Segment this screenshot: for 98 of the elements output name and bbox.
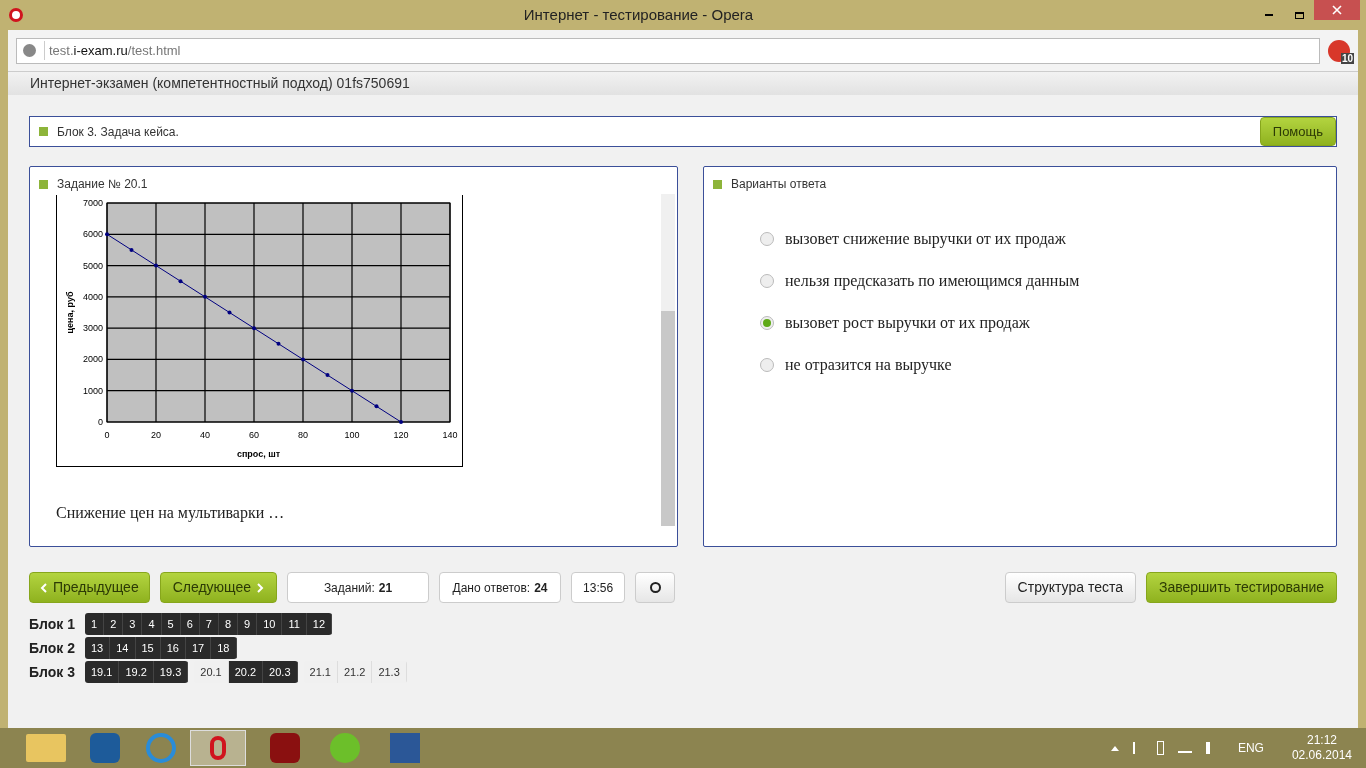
question-number-button[interactable]: 17 <box>186 637 212 659</box>
test-structure-button[interactable]: Структура теста <box>1004 572 1136 603</box>
y-tick-label: 4000 <box>82 291 103 302</box>
close-icon <box>1332 5 1342 15</box>
data-point <box>301 357 305 362</box>
y-tick-label: 2000 <box>82 354 103 365</box>
data-point <box>105 232 109 237</box>
question-number-button[interactable]: 16 <box>160 637 186 659</box>
data-point <box>129 247 134 252</box>
x-tick-label: 120 <box>393 430 409 440</box>
question-number-button[interactable]: 10 <box>257 613 283 635</box>
data-point <box>203 294 207 299</box>
x-tick-label: 140 <box>442 430 458 440</box>
panel-title: Варианты ответа <box>731 176 827 193</box>
square-icon <box>39 127 48 136</box>
data-point <box>252 326 256 331</box>
x-tick-label: 0 <box>104 430 110 440</box>
x-tick-label: 20 <box>151 430 161 440</box>
y-tick-label: 5000 <box>82 260 103 271</box>
radio-button[interactable] <box>760 232 774 246</box>
finish-test-button[interactable]: Завершить тестирование <box>1146 572 1337 603</box>
data-point <box>227 310 232 315</box>
question-number-button[interactable]: 20.2 <box>228 661 264 683</box>
block-label: Блок 1 <box>29 614 76 634</box>
chevron-right-icon <box>257 582 265 593</box>
question-number-button[interactable]: 19.1 <box>85 661 120 683</box>
address-field[interactable]: test.i-exam.ru/test.html <box>16 37 1320 64</box>
x-tick-label: 80 <box>298 430 308 440</box>
language-indicator[interactable]: ENG <box>1237 739 1264 757</box>
battery-icon[interactable] <box>1156 741 1164 755</box>
x-axis-title: спрос, шт <box>236 449 281 459</box>
data-point <box>350 388 354 393</box>
answer-option[interactable]: вызовет рост выручки от их продаж <box>760 314 1336 332</box>
question-number-button[interactable]: 15 <box>135 637 161 659</box>
timer: 13:56 <box>571 572 626 603</box>
globe-icon <box>23 44 36 57</box>
panel-title: Задание № 20.1 <box>57 176 148 193</box>
answer-option[interactable]: нельзя предсказать по имеющимся данным <box>760 272 1336 290</box>
y-tick-label: 7000 <box>82 198 103 208</box>
url-text: test.i-exam.ru/test.html <box>44 40 181 61</box>
y-tick-label: 0 <box>98 417 103 427</box>
question-number-button[interactable]: 19.2 <box>119 661 154 683</box>
answer-option[interactable]: вызовет снижение выручки от их продаж <box>760 230 1336 248</box>
y-axis-title: цена, руб <box>65 291 75 334</box>
block-label: Блок 2 <box>29 638 76 658</box>
question-number-button[interactable]: 9 <box>238 613 258 635</box>
chevron-left-icon <box>40 582 47 593</box>
data-point <box>399 420 403 424</box>
block-label: Блок 3 <box>29 662 76 682</box>
tasks-counter: Заданий: 21 <box>287 572 430 603</box>
question-number-button[interactable]: 6 <box>180 613 200 635</box>
data-point <box>178 279 183 284</box>
square-icon <box>713 179 722 189</box>
clock-icon <box>649 582 661 593</box>
browser-logo-icon <box>9 8 23 22</box>
radio-button[interactable] <box>760 274 774 288</box>
question-text: Снижение цен на мультиварки … <box>56 503 286 524</box>
scrollbar[interactable] <box>661 194 675 526</box>
data-point <box>154 263 158 268</box>
page-header-title: Интернет-экзамен (компетентностный подход) 01fs750691 <box>30 74 410 93</box>
radio-button[interactable] <box>760 316 774 330</box>
question-number-button[interactable]: 14 <box>110 637 136 659</box>
question-number-button[interactable]: 7 <box>199 613 219 635</box>
question-number-button[interactable]: 3 <box>123 613 143 635</box>
question-number-button[interactable]: 8 <box>218 613 238 635</box>
question-number-button[interactable]: 1 <box>85 613 105 635</box>
question-number-button[interactable]: 13 <box>85 637 111 659</box>
question-number-button[interactable]: 2 <box>104 613 124 635</box>
x-tick-label: 60 <box>249 430 259 440</box>
data-point <box>374 404 379 409</box>
question-number-button[interactable]: 5 <box>161 613 181 635</box>
radio-button[interactable] <box>760 358 774 372</box>
question-number-button[interactable]: 11 <box>282 613 307 635</box>
answer-option[interactable]: не отразится на выручке <box>760 356 1336 374</box>
question-number-button[interactable]: 12 <box>306 613 333 635</box>
clock-button[interactable] <box>635 572 676 603</box>
next-button[interactable]: Следующее <box>159 572 278 603</box>
answers-counter: Дано ответов: 24 <box>439 572 562 603</box>
adblock-count-badge: 10 <box>1340 52 1354 64</box>
data-point <box>276 341 281 346</box>
show-hidden-icons-icon[interactable] <box>1110 745 1119 751</box>
question-number-button[interactable]: 18 <box>211 637 237 659</box>
previous-button[interactable]: Предыдущее <box>29 572 150 603</box>
browser-taskbar-icon[interactable] <box>190 730 246 766</box>
help-button[interactable]: Помощь <box>1259 117 1336 146</box>
square-icon <box>39 179 48 189</box>
question-number-button[interactable]: 19.3 <box>153 661 189 683</box>
y-tick-label: 6000 <box>82 229 103 240</box>
question-number-button[interactable]: 20.3 <box>263 661 298 683</box>
x-tick-label: 100 <box>344 430 360 440</box>
y-tick-label: 1000 <box>82 385 103 396</box>
data-point <box>325 373 330 378</box>
clock[interactable]: 21:12 02.06.2014 <box>1291 733 1352 763</box>
x-tick-label: 40 <box>200 430 210 440</box>
question-number-button[interactable]: 4 <box>142 613 162 635</box>
y-tick-label: 3000 <box>82 323 103 334</box>
window-title: Интернет - тестирование - Opera <box>522 4 755 25</box>
block-title: Блок 3. Задача кейса. <box>57 123 180 141</box>
